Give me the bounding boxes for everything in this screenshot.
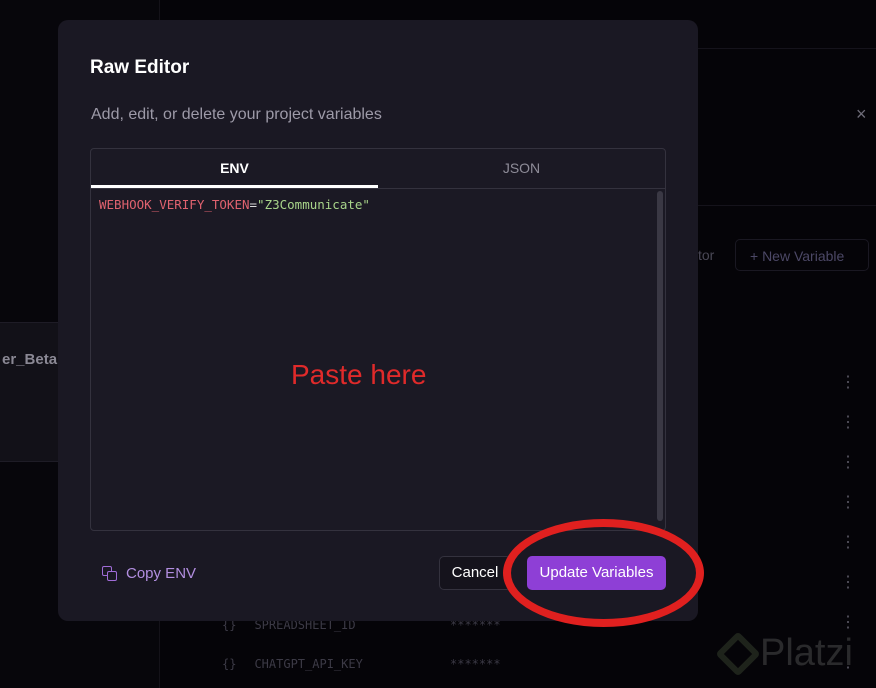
scrollbar[interactable] bbox=[657, 191, 663, 521]
copy-env-button[interactable]: Copy ENV bbox=[102, 565, 196, 582]
more-icon[interactable]: ⋮ bbox=[840, 455, 856, 471]
env-value: "Z3Communicate" bbox=[257, 197, 370, 212]
platzi-watermark: Platzi bbox=[715, 630, 853, 677]
divider bbox=[698, 205, 876, 206]
raw-editor-button[interactable]: tor bbox=[698, 247, 714, 263]
paste-here-annotation: Paste here bbox=[291, 359, 427, 390]
project-name: er_Beta bbox=[2, 351, 58, 368]
more-icon[interactable]: ⋮ bbox=[840, 375, 856, 391]
more-icon[interactable]: ⋮ bbox=[840, 575, 856, 591]
more-icon[interactable]: ⋮ bbox=[840, 615, 856, 631]
modal-title: Raw Editor bbox=[90, 57, 190, 78]
env-key: WEBHOOK_VERIFY_TOKEN bbox=[99, 197, 250, 212]
copy-icon bbox=[102, 565, 118, 582]
braces-icon: {} bbox=[222, 657, 237, 671]
modal-subtitle: Add, edit, or delete your project variab… bbox=[91, 106, 382, 123]
code-textarea[interactable]: WEBHOOK_VERIFY_TOKEN="Z3Communicate" bbox=[91, 189, 665, 220]
red-circle-annotation bbox=[503, 519, 704, 627]
more-icon[interactable]: ⋮ bbox=[840, 495, 856, 511]
watermark-text: Platzi bbox=[760, 632, 853, 674]
more-icon[interactable]: ⋮ bbox=[840, 415, 856, 431]
background-project-card[interactable]: er_Beta bbox=[0, 322, 60, 462]
copy-env-label: Copy ENV bbox=[126, 565, 197, 582]
cancel-button[interactable]: Cancel bbox=[439, 556, 511, 590]
variable-key: CHATGPT_API_KEY bbox=[254, 657, 363, 671]
raw-editor[interactable]: ENV JSON WEBHOOK_VERIFY_TOKEN="Z3Communi… bbox=[90, 148, 666, 531]
env-equals: = bbox=[249, 197, 258, 212]
variable-value: ******* bbox=[450, 657, 501, 671]
platzi-logo-icon bbox=[715, 630, 761, 677]
close-icon[interactable]: × bbox=[856, 104, 867, 125]
more-icon[interactable]: ⋮ bbox=[840, 535, 856, 551]
variable-row[interactable]: {} CHATGPT_API_KEY ******* bbox=[222, 657, 501, 671]
format-tabs: ENV JSON bbox=[91, 149, 665, 189]
tab-env[interactable]: ENV bbox=[91, 149, 378, 188]
new-variable-button[interactable]: + New Variable bbox=[735, 239, 869, 271]
tab-json[interactable]: JSON bbox=[378, 149, 665, 188]
